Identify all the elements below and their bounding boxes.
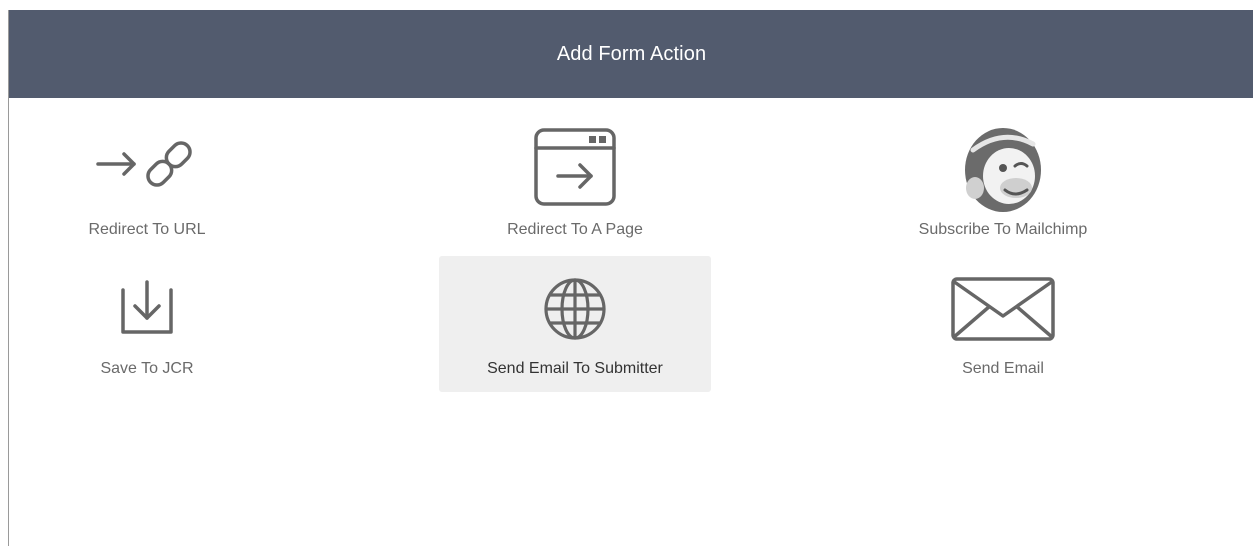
action-label: Send Email To Submitter xyxy=(487,360,663,377)
dialog-title: Add Form Action xyxy=(556,42,707,65)
dialog-header: Add Form Action xyxy=(9,10,1253,98)
action-label: Subscribe To Mailchimp xyxy=(918,221,1088,238)
action-redirect-to-url[interactable]: Redirect To URL xyxy=(11,108,283,244)
globe-icon xyxy=(439,276,711,342)
add-form-action-dialog: Add Form Action Redirect To URL Redirect… xyxy=(8,10,1253,546)
action-redirect-to-a-page[interactable]: Redirect To A Page xyxy=(439,108,711,244)
save-download-icon xyxy=(11,272,283,338)
action-label: Redirect To A Page xyxy=(507,221,643,238)
action-save-to-jcr[interactable]: Save To JCR xyxy=(11,256,283,392)
action-send-email[interactable]: Send Email xyxy=(867,256,1139,392)
action-label: Send Email xyxy=(962,360,1044,377)
arrow-link-icon xyxy=(11,126,283,196)
action-label: Redirect To URL xyxy=(88,221,206,238)
envelope-icon xyxy=(867,276,1139,342)
browser-window-arrow-icon xyxy=(439,126,711,210)
action-subscribe-to-mailchimp[interactable]: Subscribe To Mailchimp xyxy=(867,108,1139,244)
action-label: Save To JCR xyxy=(100,360,194,377)
mailchimp-icon xyxy=(867,126,1139,216)
action-send-email-to-submitter[interactable]: Send Email To Submitter xyxy=(439,256,711,392)
